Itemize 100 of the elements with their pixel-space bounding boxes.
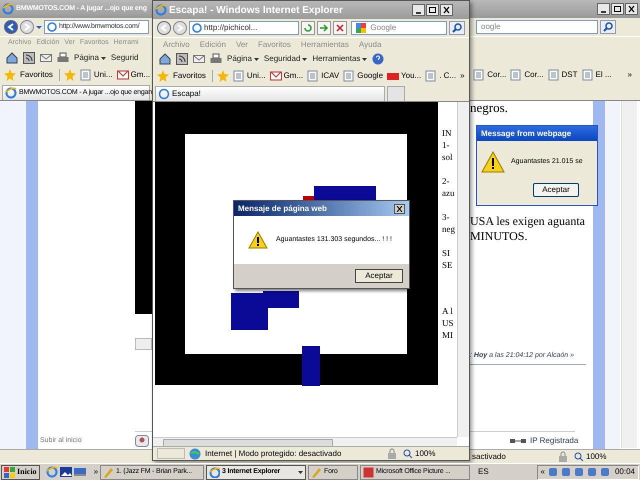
scrollbar[interactable] [621, 101, 637, 448]
paragraph-text: A l [442, 305, 454, 317]
minimize-button[interactable] [412, 4, 425, 16]
mail-icon[interactable] [193, 54, 205, 64]
favorite-link[interactable]: DST [548, 69, 578, 81]
browser-logo-icon [155, 4, 167, 16]
tray-expand-button[interactable]: « [540, 466, 545, 478]
search-field[interactable]: Google [351, 21, 447, 35]
favorite-link[interactable]: Cor... [510, 69, 544, 81]
print-icon[interactable] [210, 53, 222, 65]
tray-icon[interactable] [574, 467, 584, 477]
favorite-link[interactable]: . C... [425, 70, 456, 82]
horizontal-scrollbar[interactable] [153, 437, 457, 446]
caret-icon [302, 56, 308, 62]
caret-icon [100, 56, 106, 60]
ok-button[interactable]: Aceptar [355, 269, 403, 283]
caret-icon [298, 470, 304, 474]
maximize-button[interactable] [611, 3, 624, 15]
search-provider-icon [343, 70, 356, 82]
favorite-link[interactable]: Gm... [270, 70, 304, 82]
favorite-link[interactable]: Uni... [80, 69, 113, 81]
home-icon[interactable] [6, 52, 18, 64]
close-icon [396, 206, 403, 212]
paragraph-text: azu [442, 187, 456, 199]
toolbar-menu[interactable]: Página [227, 53, 259, 65]
toolbar-menu[interactable]: Segurid [110, 52, 138, 64]
maximize-button[interactable] [426, 4, 439, 16]
feed-icon[interactable] [176, 53, 188, 65]
paragraph-text: 2- [442, 175, 450, 187]
favorite-link[interactable]: Cor... [473, 69, 506, 81]
paragraph-text: negros. [470, 101, 509, 115]
zoom-icon [574, 452, 584, 462]
favorite-link[interactable]: ICAV [307, 70, 340, 82]
tray-icon[interactable] [586, 467, 597, 477]
favorites-button[interactable]: Favoritos [157, 70, 213, 82]
dialog-title: Mensaje de página web [238, 202, 328, 214]
picture-icon[interactable] [60, 466, 72, 478]
ok-button[interactable]: Aceptar [533, 183, 579, 197]
stop-icon[interactable] [333, 21, 348, 35]
app-icon [363, 466, 374, 478]
close-button[interactable] [625, 3, 638, 15]
close-button[interactable] [440, 4, 453, 16]
paragraph-text: SI [442, 247, 452, 259]
star-icon [4, 69, 16, 81]
more-button[interactable]: » [94, 466, 98, 478]
windows-logo-icon [4, 466, 15, 478]
tray-icon[interactable] [560, 467, 571, 477]
language-indicator[interactable]: ES [478, 466, 489, 478]
browser-logo-icon [2, 3, 14, 15]
mail-icon [270, 70, 282, 82]
forward-button-icon[interactable] [20, 20, 34, 34]
status-text: Internet | Modo protegido: desactivado [205, 448, 342, 460]
volume-icon[interactable] [600, 467, 610, 477]
caret-icon[interactable] [36, 24, 42, 30]
favorite-link[interactable]: Google [343, 70, 384, 82]
home-icon[interactable] [159, 53, 171, 65]
zoom-button[interactable]: 100% [403, 448, 451, 460]
start-button[interactable]: Inicio [1, 464, 40, 480]
close-icon [627, 5, 636, 13]
favorite-link[interactable]: El ... [582, 69, 612, 81]
feed-icon[interactable] [23, 52, 35, 64]
help-icon[interactable] [372, 53, 384, 65]
favorite-link[interactable]: Uni... [232, 70, 266, 82]
go-icon[interactable] [317, 21, 332, 35]
print-icon[interactable] [57, 52, 69, 64]
browser-tab[interactable]: Escapa! [155, 86, 385, 101]
mail-icon[interactable] [40, 53, 52, 63]
forward-button-icon[interactable] [173, 21, 187, 35]
address-field[interactable]: http://pichicol... [189, 21, 300, 35]
tray-icon[interactable] [548, 467, 558, 477]
close-button[interactable] [394, 204, 405, 214]
favorite-link[interactable]: Gm... [116, 69, 150, 81]
favorite-link[interactable]: You... [387, 70, 422, 82]
back-button-icon[interactable] [4, 20, 18, 34]
search-icon[interactable] [449, 21, 465, 35]
app-icon [311, 466, 322, 478]
paragraph-text: neg [442, 223, 456, 235]
toolbar-menu[interactable]: Herramientas [312, 53, 368, 65]
dialog-title: Message from webpage [477, 126, 597, 141]
zoom-icon [403, 448, 413, 458]
favorites-button[interactable]: Favoritos [4, 69, 60, 81]
paragraph-text: IN [442, 127, 452, 139]
search-field[interactable]: oogle [476, 20, 598, 34]
warning-icon [248, 231, 268, 249]
search-icon[interactable] [600, 20, 616, 34]
enemy-block [302, 346, 320, 386]
status-text: sactivado [472, 450, 506, 462]
refresh-icon[interactable] [301, 21, 316, 35]
back-button-icon[interactable] [157, 21, 171, 35]
zoom-button[interactable]: 100% [574, 450, 622, 462]
minimize-button[interactable] [597, 3, 610, 15]
more-button[interactable]: » [628, 69, 636, 81]
profile-icon[interactable] [135, 435, 149, 447]
scrollbar[interactable] [457, 102, 469, 437]
toolbar-menu[interactable]: Seguridad [264, 53, 308, 65]
caret-icon [254, 56, 259, 62]
more-button[interactable]: » [460, 70, 469, 82]
toolbar-menu[interactable]: Página [74, 52, 106, 64]
scrollbar-thumb[interactable] [163, 439, 333, 446]
network-icon [510, 437, 526, 445]
